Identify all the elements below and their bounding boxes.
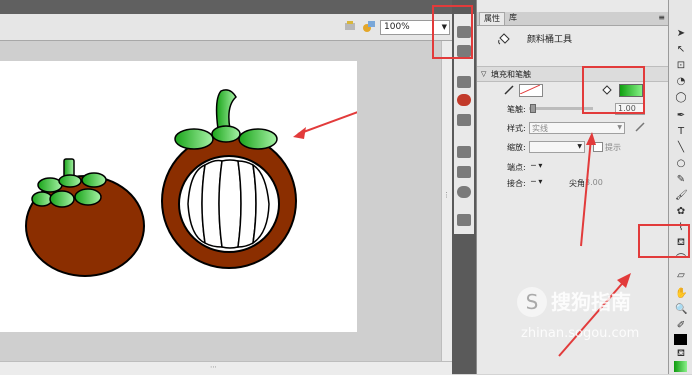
scroll-grip-icon: ⋯ <box>210 363 217 371</box>
highlight-dock-icons <box>432 5 473 59</box>
text-icon[interactable]: T <box>675 126 687 138</box>
scroll-grip-icon: ⋮ <box>443 191 450 199</box>
fill-color-icon[interactable]: ⛾ <box>675 348 687 360</box>
deco-icon[interactable]: ✿ <box>675 206 687 218</box>
subselect-icon[interactable]: ↖ <box>675 44 687 56</box>
3d-rotation-icon[interactable]: ◔ <box>675 76 687 88</box>
align-icon[interactable] <box>457 76 471 88</box>
watermark-url: zhinan.sogou.com <box>521 326 640 341</box>
mangosteen-drawing <box>25 89 375 277</box>
zoom-value: 100% <box>384 22 410 32</box>
pen-icon[interactable]: ✒ <box>675 110 687 122</box>
fill-color-chip[interactable] <box>674 361 687 372</box>
components-icon[interactable] <box>457 166 471 178</box>
hand-icon[interactable]: ✋ <box>675 288 687 300</box>
properties-panel: 属性 库 ≡ 颜料桶工具 ▽ 填充和笔触 笔触: 1.00 样式: 实线 ▼ 缩… <box>476 0 669 374</box>
highlight-bucket-tool <box>638 224 690 258</box>
stroke-color-chip[interactable] <box>674 334 687 345</box>
annotation-arrows-panel <box>558 132 631 357</box>
oval-icon[interactable]: ○ <box>675 158 687 170</box>
arrow-tool-icon[interactable]: ➤ <box>675 28 687 40</box>
whole-mangosteen <box>25 158 145 277</box>
highlight-fill-swatch <box>582 66 645 114</box>
eraser-icon[interactable]: ▱ <box>675 270 687 282</box>
lasso-icon[interactable]: ◯ <box>675 92 687 104</box>
open-mangosteen <box>161 89 297 269</box>
pencil-icon[interactable]: ✎ <box>675 174 687 186</box>
zoom-icon[interactable]: 🔍 <box>675 304 687 316</box>
sogou-logo-icon: S <box>517 287 547 317</box>
free-transform-icon[interactable]: ⊡ <box>675 60 687 72</box>
tools-panel: ➤ ↖ ⊡ ◔ ◯ ✒ T ╲ ○ ✎ 🖌 ✿ ⌇ ⛾ ⌒ ▱ ✋ 🔍 ✐ ⛾ <box>668 0 692 374</box>
library-icon[interactable] <box>457 146 471 158</box>
transform-icon[interactable] <box>457 114 471 126</box>
stage[interactable] <box>0 61 375 332</box>
horizontal-scrollbar[interactable]: ⋯ <box>0 361 452 375</box>
edit-symbol-icon[interactable] <box>362 19 376 33</box>
movie-explorer-icon[interactable] <box>457 214 471 226</box>
edit-scene-icon[interactable] <box>344 20 356 32</box>
top-strip <box>0 0 452 14</box>
annotation-arrow-stage <box>293 105 375 139</box>
watermark-brand: 搜狗指南 <box>551 290 631 314</box>
line-icon[interactable]: ╲ <box>675 142 687 154</box>
stroke-color-icon[interactable]: ✐ <box>675 320 687 332</box>
color-icon[interactable] <box>457 94 471 106</box>
motion-icon[interactable] <box>457 186 471 198</box>
brush-tool-icon[interactable]: 🖌 <box>675 190 688 202</box>
